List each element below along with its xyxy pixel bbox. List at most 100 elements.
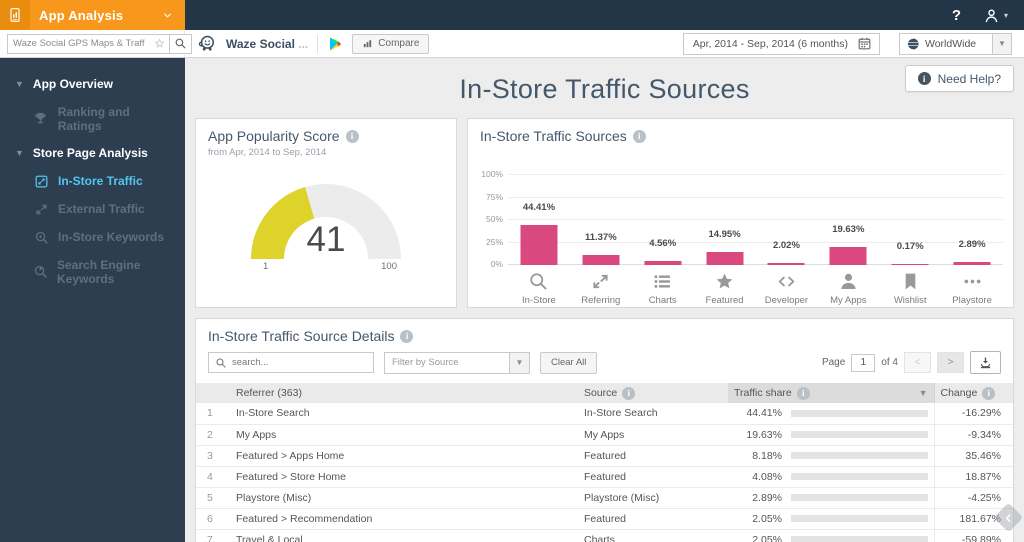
source-cell: Featured (578, 466, 728, 488)
traffic-source-details-panel: In-Store Traffic Source Details i Filter… (195, 318, 1014, 542)
sidebar-item-external-traffic[interactable]: External Traffic (0, 195, 185, 223)
google-play-icon[interactable] (327, 36, 343, 52)
info-icon[interactable]: i (632, 129, 646, 143)
previous-page-button[interactable]: < (904, 352, 931, 373)
clear-all-button[interactable]: Clear All (540, 351, 598, 374)
category-featured: Featured (694, 271, 756, 306)
selected-app-name[interactable]: Waze Social ... (226, 37, 308, 51)
date-range-picker[interactable]: Apr, 2014 - Sep, 2014 (6 months) (682, 32, 880, 55)
traffic-source-bar[interactable] (891, 263, 929, 265)
keyword-search-icon (33, 230, 49, 245)
need-help-button[interactable]: i Need Help? (904, 65, 1014, 92)
trophy-icon (33, 111, 49, 126)
sidebar-item-label: Ranking and Ratings (57, 104, 130, 133)
traffic-share-cell: 8.18% (728, 445, 934, 467)
source-cell: Charts (578, 529, 728, 542)
table-row[interactable]: 1 In-Store Search In-Store Search 44.41% -16… (196, 403, 1013, 425)
sidebar-item-ranking-and-ratings[interactable]: Ranking and Ratings (0, 98, 185, 139)
user-menu[interactable]: ▾ (983, 7, 1008, 24)
bar-value-label: 4.56% (649, 237, 677, 249)
referrer-cell: Featured > Recommendation (230, 508, 578, 530)
store-traffic-icon (33, 174, 49, 189)
table-row[interactable]: 6 Featured > Recommendation Featured 2.05% 1… (196, 508, 1013, 530)
category-label: Playstore (952, 295, 992, 306)
traffic-share-bar (791, 431, 928, 438)
traffic-share-column-header[interactable]: Traffic share i ▼ (728, 383, 934, 403)
traffic-source-bar[interactable] (767, 263, 805, 265)
traffic-source-bar[interactable] (520, 225, 558, 265)
sort-descending-icon: ▼ (918, 388, 928, 398)
y-axis-tick-label: 100% (481, 169, 503, 179)
y-axis-tick-label: 75% (485, 191, 503, 202)
sidebar-item-search-engine-keywords[interactable]: Search Engine Keywords (0, 251, 185, 292)
table-toolbar: Filter by Source ▼ Clear All Page of 4 <… (196, 344, 1013, 383)
row-number-header (196, 383, 230, 403)
info-icon: i (796, 386, 810, 400)
chevron-down-icon: ▼ (992, 33, 1011, 54)
app-search-input[interactable] (8, 38, 150, 49)
list-icon (652, 271, 673, 292)
main-content: In-Store Traffic Sources i Need Help? Ap… (185, 58, 1024, 542)
category-label: Charts (648, 295, 677, 306)
favorite-star-icon[interactable] (150, 37, 169, 50)
sidebar-item-label: Search Engine Keywords (57, 257, 141, 286)
table-row[interactable]: 7 Travel & Local Charts 2.05% -59.89% (196, 529, 1013, 542)
traffic-share-cell: 4.08% (728, 466, 934, 488)
user-account-icon (983, 7, 1000, 24)
traffic-source-bar[interactable] (644, 260, 682, 265)
traffic-sources-bar-chart: 100% 75% 50% 25% 0% 44.41% 11.37% 4.56% 14.95% 2.… (478, 145, 1005, 307)
calendar-icon (857, 36, 872, 51)
gauge-max-label: 100 (381, 261, 397, 272)
y-axis-tick-label: 0% (490, 259, 503, 269)
page-count-label: of 4 (881, 357, 898, 368)
help-icon[interactable]: ? (952, 7, 961, 24)
info-icon[interactable]: i (400, 329, 414, 343)
sidebar-item-in-store-traffic[interactable]: In-Store Traffic (0, 167, 185, 195)
popularity-gauge: 41 1 100 (251, 184, 401, 273)
region-value: WorldWide (925, 37, 977, 50)
popularity-score-value: 41 (306, 220, 346, 259)
change-cell: 35.46% (933, 445, 1013, 467)
sidebar-item-in-store-keywords[interactable]: In-Store Keywords (0, 223, 185, 251)
traffic-share-bar (791, 473, 928, 480)
sidebar-item-label: In-Store Traffic (58, 174, 143, 188)
table-search-input[interactable] (232, 357, 367, 368)
traffic-source-bar[interactable] (706, 251, 744, 265)
table-row[interactable]: 2 My Apps My Apps 19.63% -9.34% (196, 424, 1013, 446)
export-download-button[interactable] (970, 351, 1001, 374)
category-wishlist: Wishlist (879, 271, 941, 306)
sidebar-section-label: App Overview (32, 77, 113, 91)
traffic-share-value: 8.18% (752, 449, 782, 462)
traffic-source-bar[interactable] (582, 254, 620, 265)
bar-value-label: 2.02% (772, 240, 800, 252)
search-icon (528, 271, 549, 292)
traffic-source-bar[interactable] (953, 262, 991, 265)
page-number-input[interactable] (851, 353, 876, 372)
category-developer: Developer (756, 271, 818, 306)
table-row[interactable]: 5 Playstore (Misc) Playstore (Misc) 2.89% -4… (196, 487, 1013, 509)
bar-value-label: 2.89% (958, 239, 986, 251)
app-search-box (7, 33, 192, 54)
source-cell: In-Store Search (578, 403, 728, 425)
y-axis-tick-label: 50% (485, 214, 503, 224)
referrer-column-header[interactable]: Referrer (363) (230, 383, 578, 403)
category-charts: Charts (632, 271, 694, 306)
sidebar-section-store-page-analysis[interactable]: ▼ Store Page Analysis (0, 139, 185, 167)
search-engine-icon (33, 264, 48, 279)
traffic-source-bar[interactable] (829, 247, 867, 265)
app-analysis-menu[interactable]: App Analysis (0, 0, 185, 30)
category-referring: Referring (570, 271, 632, 306)
compare-button[interactable]: Compare (352, 33, 430, 54)
sidebar-section-app-overview[interactable]: ▼ App Overview (0, 70, 185, 98)
table-row[interactable]: 4 Featured > Store Home Featured 4.08% 18.87… (196, 466, 1013, 488)
change-column-header[interactable]: Change i (933, 383, 1013, 403)
region-select[interactable]: WorldWide ▼ (899, 32, 1012, 55)
source-column-header[interactable]: Source i (578, 383, 728, 403)
filter-by-source-select[interactable]: Filter by Source ▼ (384, 351, 530, 374)
referrer-cell: My Apps (230, 424, 578, 446)
table-row[interactable]: 3 Featured > Apps Home Featured 8.18% 35.46% (196, 445, 1013, 467)
next-page-button[interactable]: > (937, 352, 964, 373)
traffic-share-value: 44.41% (746, 407, 782, 420)
traffic-source-table: Referrer (363) Source i Traffic share i ▼ C… (196, 383, 1013, 542)
info-icon[interactable]: i (345, 129, 359, 143)
